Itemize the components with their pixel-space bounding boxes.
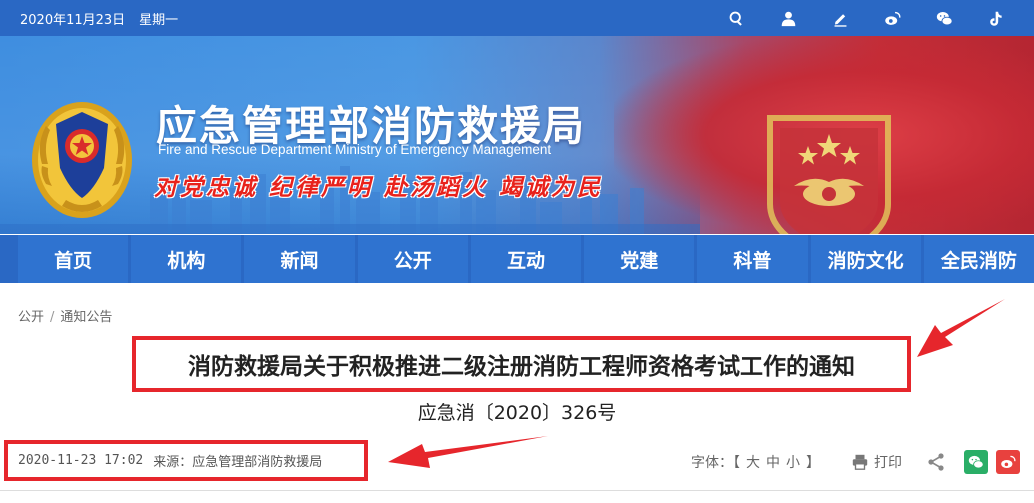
font-size-bracket: 】 [806, 455, 820, 471]
share-wechat-button[interactable] [964, 450, 988, 474]
nav-item-news[interactable]: 新闻 [244, 235, 355, 283]
breadcrumb: 公开 / 通知公告 [18, 306, 112, 325]
nav-item-party-building[interactable]: 党建 [584, 235, 695, 283]
site-title-english: Fire and Rescue Department Ministry of E… [158, 142, 552, 157]
share-weibo-button[interactable] [996, 450, 1020, 474]
print-button[interactable]: 打印 [851, 452, 902, 472]
article-meta: 2020-11-23 17:02 来源：应急管理部消防救援局 [4, 440, 368, 481]
article-tools: 字体：【大中小】 打印 [688, 450, 1020, 474]
nav-item-science[interactable]: 科普 [697, 235, 808, 283]
breadcrumb-notices[interactable]: 通知公告 [60, 310, 112, 325]
article-title: 消防救援局关于积极推进二级注册消防工程师资格考试工作的通知 [132, 336, 911, 392]
site-slogan: 对党忠诚 纪律严明 赴汤蹈火 竭诚为民 [154, 174, 604, 201]
wechat-share-icon [968, 455, 984, 469]
edit-icon[interactable] [830, 8, 850, 28]
breadcrumb-public[interactable]: 公开 [18, 310, 44, 325]
wechat-icon[interactable] [934, 8, 954, 28]
font-size-label: 字体：【 [691, 455, 740, 471]
annotation-arrow-title [917, 299, 1005, 357]
fire-rescue-badge-icon [767, 115, 891, 234]
weibo-icon[interactable] [882, 8, 902, 28]
font-size-small[interactable]: 小 [786, 455, 800, 471]
print-label: 打印 [874, 455, 902, 471]
nav-item-home[interactable]: 首页 [18, 235, 129, 283]
tiktok-icon[interactable] [986, 8, 1006, 28]
content-divider [0, 490, 1034, 491]
user-icon[interactable] [778, 8, 798, 28]
nav-item-organization[interactable]: 机构 [131, 235, 242, 283]
nav-item-interaction[interactable]: 互动 [470, 235, 582, 283]
header-banner: 应急管理部消防救援局 Fire and Rescue Department Mi… [0, 36, 1034, 234]
top-bar: 2020年11月23日 星期一 [0, 0, 1034, 36]
current-weekday: 星期一 [139, 13, 179, 28]
font-size-large[interactable]: 大 [746, 455, 760, 471]
share-icon[interactable] [926, 452, 946, 472]
article-title-text: 消防救援局关于积极推进二级注册消防工程师资格考试工作的通知 [188, 354, 855, 380]
main-navigation: 首页 机构 新闻 公开 互动 党建 科普 消防文化 全民消防 [0, 235, 1034, 283]
current-date: 2020年11月23日 [20, 13, 126, 28]
search-icon[interactable] [726, 8, 746, 28]
document-number: 应急消〔2020〕326号 [417, 402, 617, 424]
nav-item-public-fire-safety[interactable]: 全民消防 [923, 235, 1034, 283]
nav-item-fire-culture[interactable]: 消防文化 [810, 235, 921, 283]
date-display: 2020年11月23日 星期一 [20, 9, 178, 28]
fire-rescue-emblem-icon [32, 102, 132, 218]
annotation-arrow-meta [388, 436, 548, 468]
weibo-share-icon [1001, 455, 1016, 468]
article-source: 来源：应急管理部消防救援局 [153, 455, 323, 470]
font-size-selector: 字体：【大中小】 [688, 452, 823, 472]
publish-time: 2020-11-23 17:02 [18, 453, 144, 468]
font-size-medium[interactable]: 中 [766, 455, 780, 471]
printer-icon [852, 454, 868, 470]
nav-item-public[interactable]: 公开 [357, 235, 468, 283]
breadcrumb-separator: / [50, 310, 55, 325]
